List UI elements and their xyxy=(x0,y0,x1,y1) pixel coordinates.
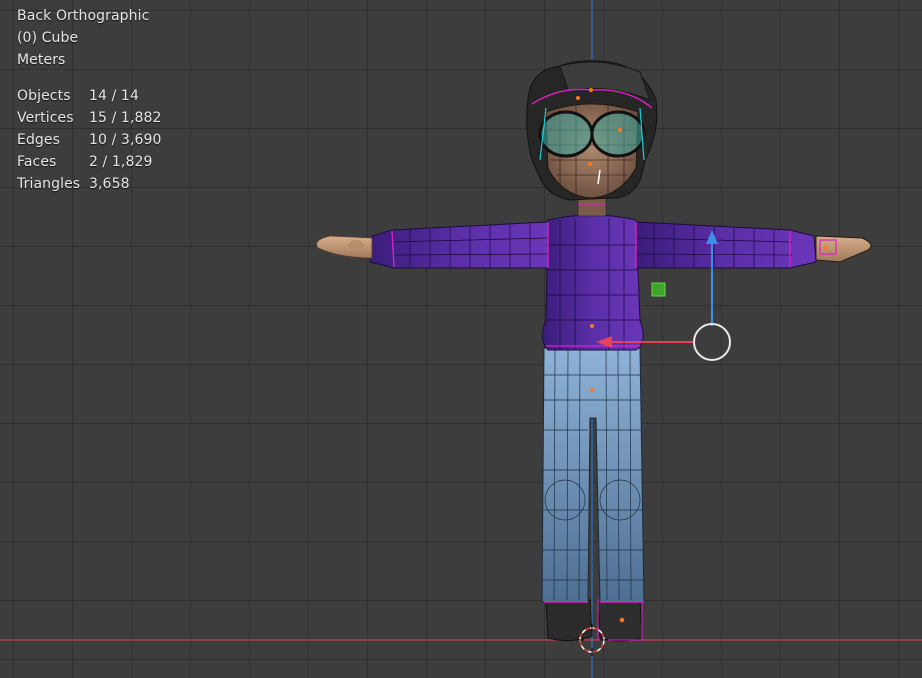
stat-row-triangles: Triangles 3,658 xyxy=(17,173,162,195)
stat-label: Triangles xyxy=(17,176,81,192)
stat-row-faces: Faces 2 / 1,829 xyxy=(17,151,162,173)
stat-value: 2 / 1,829 xyxy=(89,154,153,170)
3d-viewport[interactable]: Back Orthographic (0) Cube Meters Object… xyxy=(0,0,922,678)
head xyxy=(526,60,658,201)
view-name: Back Orthographic xyxy=(17,8,150,24)
gizmo-center-ring[interactable] xyxy=(693,323,731,361)
jeans xyxy=(541,347,645,603)
character-model[interactable] xyxy=(316,60,872,642)
stat-value: 3,658 xyxy=(89,176,130,192)
stat-row-vertices: Vertices 15 / 1,882 xyxy=(17,107,162,129)
stat-label: Vertices xyxy=(17,110,74,126)
viewport-info-overlay: Back Orthographic (0) Cube Meters Object… xyxy=(17,5,162,195)
stat-label: Faces xyxy=(17,154,57,170)
stat-label: Edges xyxy=(17,132,61,148)
active-object-label: (0) Cube xyxy=(17,30,79,46)
stat-value: 14 / 14 xyxy=(89,88,139,104)
shoes xyxy=(545,599,643,642)
stat-value: 10 / 3,690 xyxy=(89,132,162,148)
stat-row-edges: Edges 10 / 3,690 xyxy=(17,129,162,151)
object-origin-icon[interactable] xyxy=(651,282,666,297)
shirt xyxy=(369,214,817,351)
stat-value: 15 / 1,882 xyxy=(89,110,162,126)
stat-row-objects: Objects 14 / 14 xyxy=(17,85,162,107)
stat-label: Objects xyxy=(17,88,71,104)
statistics-panel: Objects 14 / 14 Vertices 15 / 1,882 Edge… xyxy=(17,85,162,195)
units-label: Meters xyxy=(17,52,66,68)
